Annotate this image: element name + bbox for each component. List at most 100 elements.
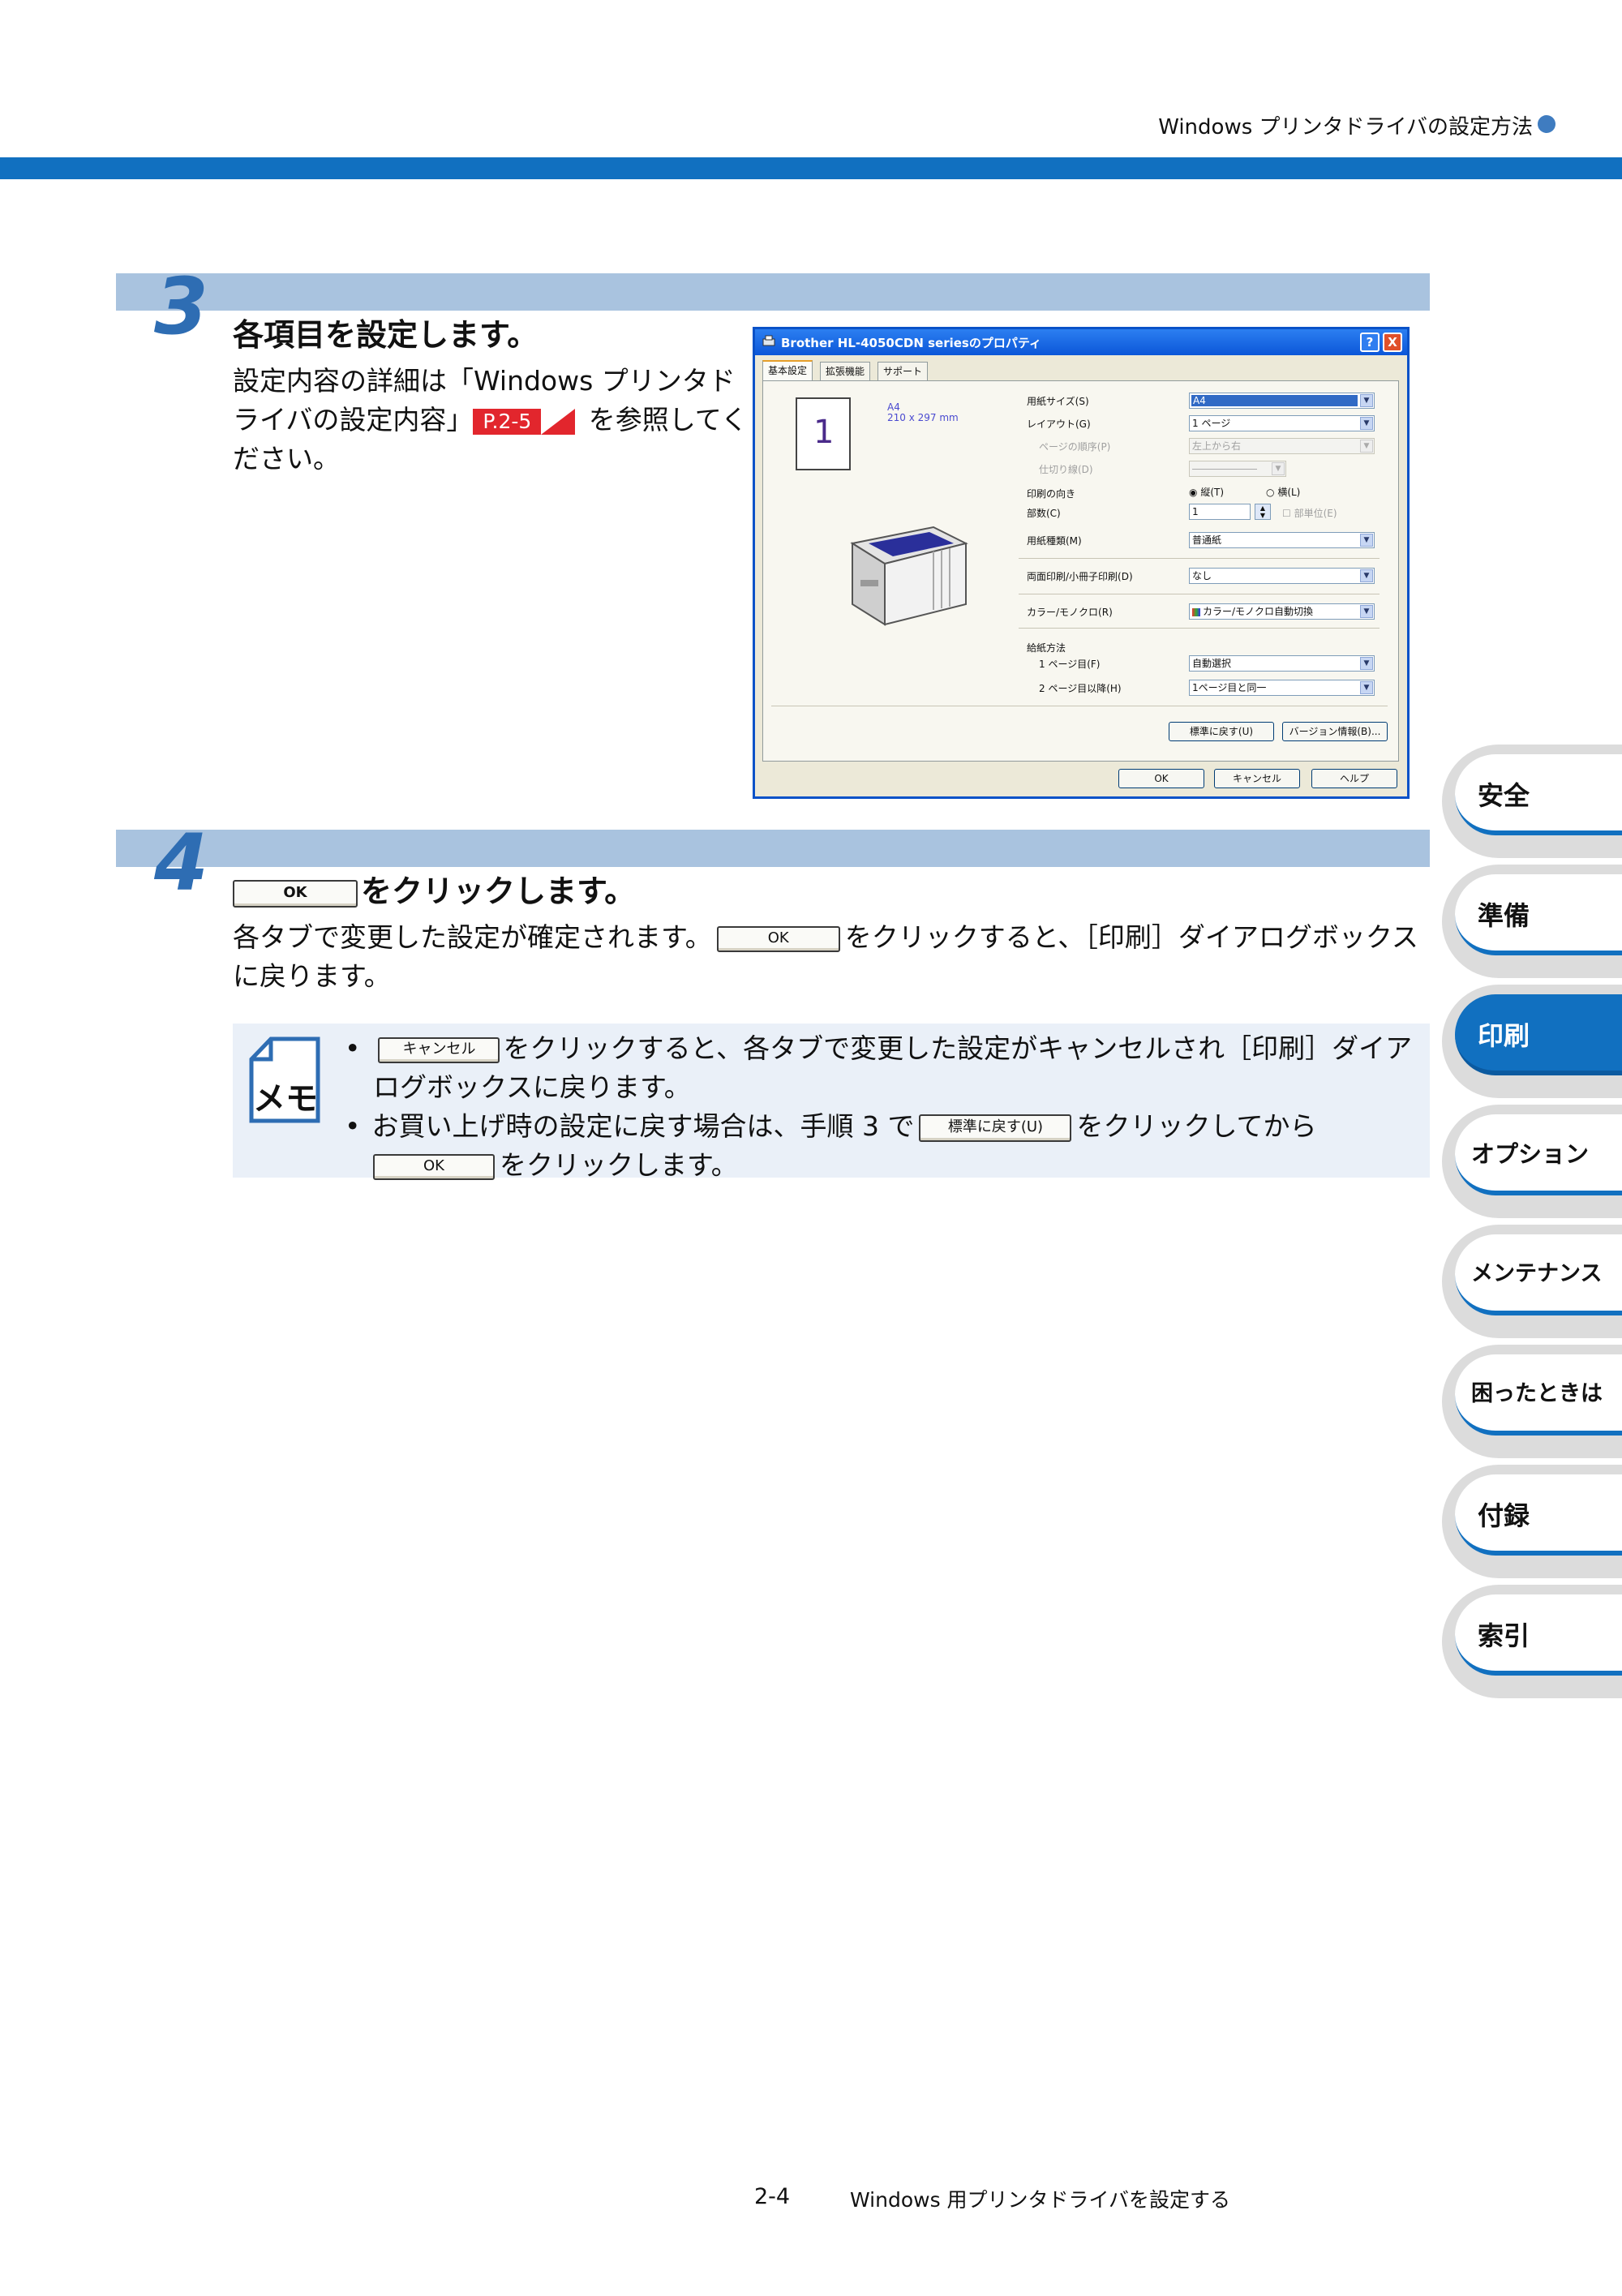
- chevron-down-icon: ▼: [1360, 394, 1373, 407]
- other-pages-label: 2 ページ目以降(H): [1039, 683, 1122, 694]
- border-line-select[interactable]: ▼: [1189, 461, 1286, 477]
- page-order-select[interactable]: 左上から右 ▼: [1189, 438, 1375, 454]
- printer-icon: [762, 334, 776, 349]
- side-tab-options[interactable]: オプション: [1442, 1105, 1622, 1218]
- memo-line2-text: お買い上げ時の設定に戻す場合は、手順 3 で: [371, 1110, 915, 1142]
- dialog-titlebar: Brother HL-4050CDN seriesのプロパティ ? X: [755, 329, 1407, 355]
- layout-value: 1 ページ: [1192, 418, 1231, 429]
- step4-body3: に戻ります。: [233, 960, 391, 992]
- restore-default-button[interactable]: 標準に戻す(U): [1169, 722, 1274, 741]
- printer-image: [836, 519, 974, 633]
- page-ref-link[interactable]: P.2-5: [473, 408, 576, 435]
- memo-line1-text: をクリックすると、各タブで変更した設定がキャンセルされ［印刷］ダイア: [503, 1032, 1413, 1064]
- step3-body: 設定内容の詳細は「Windows プリンタド ライバの設定内容」 P.2-5 を参…: [233, 362, 752, 479]
- step3-body-line3: ださい。: [233, 443, 340, 474]
- color-icon: [1192, 607, 1200, 616]
- page-preview: 1: [796, 397, 851, 470]
- side-tab-label: 索引: [1478, 1620, 1530, 1651]
- media-type-value: 普通紙: [1192, 534, 1222, 546]
- duplex-select[interactable]: なし ▼: [1189, 568, 1375, 584]
- preview-paper-size: 210 x 297 mm: [887, 412, 959, 423]
- side-tab-label: 準備: [1478, 900, 1530, 931]
- step3-body-line2a: ライバの設定内容」: [233, 404, 474, 436]
- other-pages-value: 1ページ目と同一: [1192, 682, 1267, 693]
- color-mode-label: カラー/モノクロ(R): [1027, 607, 1113, 618]
- header-dot-icon: [1538, 115, 1555, 133]
- tab-basic[interactable]: 基本設定: [762, 360, 813, 381]
- close-title-button[interactable]: X: [1383, 333, 1402, 352]
- duplex-value: なし: [1192, 570, 1212, 582]
- tab-advanced[interactable]: 拡張機能: [820, 362, 871, 381]
- orientation-portrait-radio[interactable]: ◉ 縦(T): [1189, 485, 1224, 499]
- side-tab-safety[interactable]: 安全: [1442, 745, 1622, 858]
- header-bar: [0, 157, 1622, 179]
- memo-icon-label: メモ: [253, 1080, 318, 1118]
- step4-body: 各タブで変更した設定が確定されます。 OK をクリックすると、［印刷］ダイアログボッ…: [233, 918, 1433, 996]
- side-tab-troubleshooting[interactable]: 困ったときは: [1442, 1345, 1622, 1458]
- layout-label: レイアウト(G): [1027, 418, 1091, 430]
- ok-button-image: OK: [373, 1153, 495, 1180]
- first-page-label: 1 ページ目(F): [1039, 659, 1101, 670]
- memo-line2b: をクリックしてから: [1076, 1110, 1317, 1142]
- chevron-down-icon: ▼: [1360, 417, 1373, 430]
- chevron-down-icon: ▼: [1360, 534, 1373, 547]
- chevron-down-icon: ▼: [1360, 440, 1373, 453]
- first-page-select[interactable]: 自動選択 ▼: [1189, 655, 1375, 672]
- restore-default-button-image: 標準に戻す(U): [919, 1114, 1072, 1142]
- radio-selected-icon: ◉: [1189, 487, 1198, 498]
- orientation-landscape-radio[interactable]: ○ 横(L): [1266, 485, 1300, 499]
- collate-checkbox[interactable]: ☐ 部単位(E): [1282, 506, 1337, 520]
- step4-band: [116, 830, 1430, 867]
- memo-line3: OK をクリックします。: [373, 1144, 738, 1182]
- ok-button-image: OK: [233, 879, 358, 908]
- side-tab-maintenance[interactable]: メンテナンス: [1442, 1225, 1622, 1338]
- step4-body2: をクリックすると、［印刷］ダイアログボックス: [844, 921, 1418, 953]
- paper-size-label: 用紙サイズ(S): [1027, 396, 1089, 407]
- chevron-down-icon: ▼: [1360, 681, 1373, 694]
- dialog-cancel-button[interactable]: キャンセル: [1214, 769, 1300, 788]
- tab-support[interactable]: サポート: [878, 362, 929, 381]
- side-tab-preparation[interactable]: 準備: [1442, 865, 1622, 978]
- step3-heading: 各項目を設定します。: [233, 317, 539, 353]
- color-mode-select[interactable]: カラー/モノクロ自動切換 ▼: [1189, 603, 1375, 620]
- radio-empty-icon: ○: [1266, 487, 1275, 498]
- media-type-label: 用紙種類(M): [1027, 535, 1082, 547]
- spin-down-icon: ▼: [1259, 512, 1266, 519]
- side-tab-label: 安全: [1478, 780, 1530, 811]
- memo-line1b: ログボックスに戻ります。: [373, 1071, 691, 1103]
- layout-select[interactable]: 1 ページ ▼: [1189, 415, 1375, 431]
- chevron-down-icon: ▼: [1360, 657, 1373, 670]
- spin-up-icon: ▲: [1259, 504, 1266, 512]
- paper-size-value: A4: [1191, 395, 1358, 406]
- collate-label: 部単位(E): [1294, 508, 1337, 519]
- side-tab-appendix[interactable]: 付録: [1442, 1465, 1622, 1578]
- copies-input[interactable]: 1: [1189, 504, 1251, 520]
- version-info-button[interactable]: バージョン情報(B)...: [1282, 722, 1388, 741]
- step4-body-line1: 各タブで変更した設定が確定されます。 OK をクリックすると、［印刷］ダイアログボッ…: [233, 918, 1433, 957]
- paper-size-select[interactable]: A4 ▼: [1189, 393, 1375, 409]
- memo-line1: • キャンセル をクリックすると、各タブで変更した設定がキャンセルされ［印刷］ダイア: [345, 1027, 1412, 1066]
- chevron-down-icon: ▼: [1360, 605, 1373, 618]
- side-tab-printing[interactable]: 印刷: [1442, 985, 1622, 1098]
- other-pages-select[interactable]: 1ページ目と同一 ▼: [1189, 680, 1375, 696]
- ok-button-image: OK: [716, 925, 840, 952]
- orientation-label: 印刷の向き: [1027, 488, 1076, 500]
- copies-spinner[interactable]: ▲ ▼: [1255, 504, 1271, 520]
- footer-title: Windows 用プリンタドライバを設定する: [850, 2188, 1231, 2212]
- bullet: •: [345, 1032, 361, 1064]
- preview-paper: A4: [887, 401, 900, 413]
- page-number: 2-4: [754, 2184, 791, 2209]
- copies-value: 1: [1192, 506, 1199, 517]
- step4-body1: 各タブで変更した設定が確定されます。: [233, 921, 712, 953]
- step4-heading: OK をクリックします。: [233, 866, 635, 911]
- step4-number: 4: [154, 818, 208, 908]
- side-tab-index[interactable]: 索引: [1442, 1585, 1622, 1698]
- media-type-select[interactable]: 普通紙 ▼: [1189, 532, 1375, 548]
- dialog-ok-button[interactable]: OK: [1118, 769, 1204, 788]
- help-title-button[interactable]: ?: [1360, 333, 1380, 352]
- duplex-label: 両面印刷/小冊子印刷(D): [1027, 571, 1133, 582]
- border-line-label: 仕切り線(D): [1039, 464, 1093, 475]
- dialog-help-button[interactable]: ヘルプ: [1311, 769, 1397, 788]
- dialog-title: Brother HL-4050CDN seriesのプロパティ: [781, 336, 1041, 350]
- separator: [1019, 558, 1380, 559]
